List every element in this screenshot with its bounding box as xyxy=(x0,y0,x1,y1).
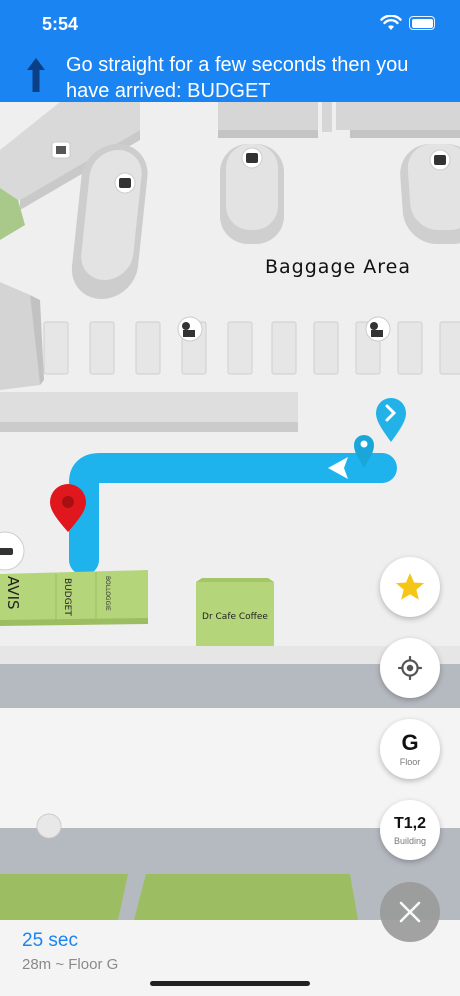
home-indicator[interactable] xyxy=(150,981,310,986)
floor-caption: Floor xyxy=(399,757,421,767)
status-bar: 5:54 xyxy=(0,0,460,46)
floor-value: G xyxy=(401,730,419,755)
navigation-instruction: Go straight for a few seconds then you h… xyxy=(66,54,409,102)
building-caption: Building xyxy=(393,836,427,846)
navigation-banner: Go straight for a few seconds then you h… xyxy=(0,46,460,102)
store-label-budget: BUDGET xyxy=(62,578,72,616)
locate-button[interactable] xyxy=(380,638,440,698)
store-label-avis: AVIS xyxy=(4,576,22,610)
building-selector-button[interactable]: T1,2 Building xyxy=(380,800,440,860)
store-label-small: BOLLOGGIE xyxy=(104,576,111,611)
status-time: 5:54 xyxy=(42,14,79,34)
battery-icon xyxy=(409,16,435,30)
crosshair-icon xyxy=(398,656,422,680)
indoor-map[interactable]: Baggage Area AVIS BUDGET BOLLOGGIE Dr Ca… xyxy=(0,102,460,920)
building-value: T1,2 xyxy=(393,815,426,832)
favorite-button[interactable] xyxy=(380,557,440,617)
wifi-icon xyxy=(380,15,402,30)
route-eta: 25 sec xyxy=(22,930,78,951)
route-distance: 28m ~ Floor G xyxy=(22,956,119,973)
star-icon xyxy=(395,573,425,600)
map-canvas[interactable] xyxy=(0,102,460,920)
floor-selector-button[interactable]: G Floor xyxy=(380,719,440,779)
close-navigation-button[interactable] xyxy=(380,882,440,942)
area-label: Baggage Area xyxy=(265,256,411,278)
arrow-up-icon xyxy=(27,58,45,92)
store-label-cafe: Dr Cafe Coffee xyxy=(202,612,268,622)
close-icon xyxy=(399,901,421,923)
